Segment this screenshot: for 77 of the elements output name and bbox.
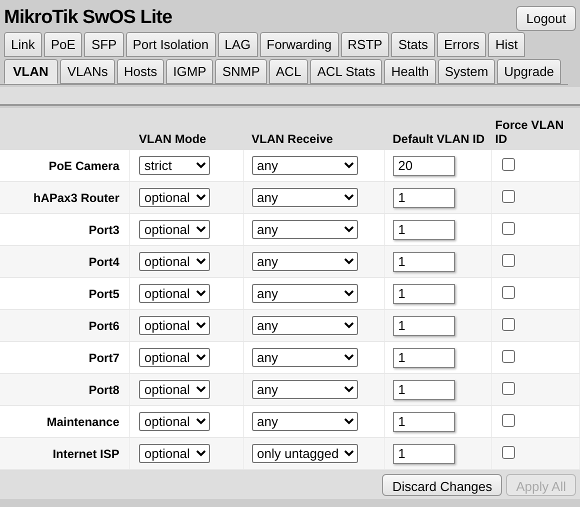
- port-name: hAPax3 Router: [33, 190, 120, 204]
- force-vlan-checkbox[interactable]: [502, 382, 515, 394]
- tab[interactable]: VLAN: [4, 59, 58, 84]
- vlan-mode-dropdown[interactable]: optional: [139, 412, 210, 431]
- tab[interactable]: Port Isolation: [126, 32, 216, 57]
- force-vlan-checkbox[interactable]: [502, 414, 515, 426]
- vlan-id-field[interactable]: 1: [393, 316, 456, 336]
- tab[interactable]: Forwarding: [260, 32, 339, 57]
- force-vlan-checkbox[interactable]: [502, 446, 515, 458]
- force-vlan-checkbox[interactable]: [502, 350, 515, 362]
- port-name: Port4: [88, 254, 120, 268]
- app-title: MikroTik SwOS Lite: [4, 7, 172, 29]
- tab[interactable]: PoE: [44, 32, 82, 57]
- port-name: Port6: [88, 318, 120, 332]
- logout-button[interactable]: Logout: [516, 6, 576, 30]
- tab[interactable]: SFP: [84, 32, 124, 57]
- tab[interactable]: Hosts: [116, 59, 164, 84]
- vlan-mode-dropdown[interactable]: optional: [139, 284, 210, 303]
- vlan-id-field[interactable]: 20: [393, 156, 456, 176]
- force-vlan-checkbox[interactable]: [502, 190, 515, 202]
- tab[interactable]: Hist: [488, 32, 525, 57]
- vlan-id-field[interactable]: 1: [393, 348, 456, 368]
- vlan-id-field[interactable]: 1: [393, 444, 456, 464]
- vlan-receive-dropdown[interactable]: any: [252, 220, 358, 239]
- vlan-receive-dropdown[interactable]: any: [252, 156, 358, 175]
- tab[interactable]: ACL: [268, 59, 308, 84]
- tab[interactable]: ACL Stats: [310, 59, 382, 84]
- tab[interactable]: LAG: [218, 32, 258, 57]
- discard-changes-button[interactable]: Discard Changes: [382, 474, 502, 496]
- vlan-mode-dropdown[interactable]: optional: [139, 220, 210, 239]
- vlan-receive-dropdown[interactable]: any: [252, 284, 358, 303]
- force-vlan-checkbox[interactable]: [502, 318, 515, 330]
- vlan-id-field[interactable]: 1: [393, 284, 456, 304]
- vlan-receive-dropdown[interactable]: any: [252, 316, 358, 335]
- port-name: PoE Camera: [48, 158, 120, 172]
- tab[interactable]: Upgrade: [497, 59, 562, 84]
- port-name: Port7: [88, 350, 120, 364]
- column-header: Force VLAN ID: [495, 118, 564, 146]
- vlan-receive-dropdown[interactable]: only untagged: [252, 444, 358, 463]
- vlan-mode-dropdown[interactable]: strict: [139, 156, 210, 175]
- vlan-receive-dropdown[interactable]: any: [252, 252, 358, 271]
- vlan-receive-dropdown[interactable]: any: [252, 380, 358, 399]
- port-name: Port8: [88, 382, 120, 396]
- port-name: Port5: [88, 286, 120, 300]
- tab[interactable]: Stats: [391, 32, 435, 57]
- tab[interactable]: Health: [384, 59, 436, 84]
- vlan-mode-dropdown[interactable]: optional: [139, 380, 210, 399]
- vlan-mode-dropdown[interactable]: optional: [139, 444, 210, 463]
- vlan-mode-dropdown[interactable]: optional: [139, 316, 210, 335]
- force-vlan-checkbox[interactable]: [502, 286, 515, 298]
- port-name: Port3: [88, 222, 120, 236]
- force-vlan-checkbox[interactable]: [502, 254, 515, 266]
- vlan-id-field[interactable]: 1: [393, 252, 456, 272]
- tab[interactable]: VLANs: [60, 59, 115, 84]
- vlan-mode-dropdown[interactable]: optional: [139, 348, 210, 367]
- column-header: VLAN Receive: [252, 132, 333, 146]
- vlan-id-field[interactable]: 1: [393, 188, 456, 208]
- vlan-receive-dropdown[interactable]: any: [252, 188, 358, 207]
- vlan-mode-dropdown[interactable]: optional: [139, 188, 210, 207]
- force-vlan-checkbox[interactable]: [502, 158, 515, 170]
- vlan-receive-dropdown[interactable]: any: [252, 412, 358, 431]
- column-header: Default VLAN ID: [392, 132, 485, 146]
- vlan-id-field[interactable]: 1: [393, 220, 456, 240]
- vlan-id-field[interactable]: 1: [393, 380, 456, 400]
- tab[interactable]: RSTP: [340, 32, 390, 57]
- port-name: Maintenance: [46, 414, 120, 428]
- port-name: Internet ISP: [52, 446, 120, 460]
- force-vlan-checkbox[interactable]: [502, 222, 515, 234]
- tab[interactable]: SNMP: [215, 59, 267, 84]
- vlan-receive-dropdown[interactable]: any: [252, 348, 358, 367]
- tab[interactable]: IGMP: [166, 59, 214, 84]
- tab[interactable]: Link: [4, 32, 42, 57]
- tab[interactable]: Errors: [436, 32, 486, 57]
- vlan-mode-dropdown[interactable]: optional: [139, 252, 210, 271]
- vlan-id-field[interactable]: 1: [393, 412, 456, 432]
- tab[interactable]: System: [438, 59, 496, 84]
- column-header: VLAN Mode: [138, 132, 206, 146]
